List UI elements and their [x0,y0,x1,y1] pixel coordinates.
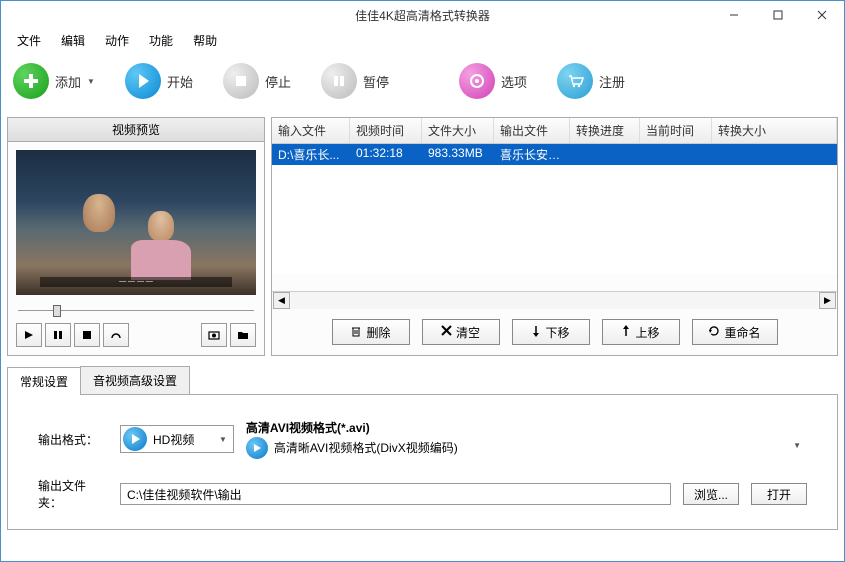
register-button[interactable]: 注册 [557,63,625,99]
col-progress[interactable]: 转换进度 [570,118,640,143]
tab-general[interactable]: 常规设置 [7,367,81,395]
minimize-button[interactable] [712,1,756,29]
move-down-button[interactable]: 下移 [512,319,590,345]
menu-edit[interactable]: 编辑 [53,30,93,51]
arrow-down-icon [531,325,541,340]
scroll-right-icon[interactable]: ▶ [819,292,836,309]
file-list-panel: 输入文件 视频时间 文件大小 输出文件 转换进度 当前时间 转换大小 D:\喜乐… [271,117,838,356]
pause-control-button[interactable] [45,323,71,347]
settings-tabs: 常规设置 音视频高级设置 [7,366,838,394]
arrow-up-icon [621,325,631,340]
pause-icon [321,63,357,99]
table-row[interactable]: D:\喜乐长... 01:32:18 983.33MB 喜乐长安H... [272,144,837,165]
horizontal-scrollbar[interactable]: ◀ ▶ [272,291,837,309]
tab-advanced[interactable]: 音视频高级设置 [80,366,190,394]
rename-button[interactable]: 重命名 [692,319,778,345]
col-convsize[interactable]: 转换大小 [712,118,837,143]
col-size[interactable]: 文件大小 [422,118,494,143]
snapshot-button[interactable] [201,323,227,347]
open-button[interactable]: 打开 [751,483,807,505]
stop-icon [223,63,259,99]
options-button[interactable]: 选项 [459,63,527,99]
maximize-button[interactable] [756,1,800,29]
chevron-down-icon: ▼ [219,435,227,444]
cart-icon [557,63,593,99]
stop-button[interactable]: 停止 [223,63,291,99]
tab-panel-general: 输出格式： HD视频 ▼ 高清AVI视频格式(*.avi) 高清晰AVI视频格式… [7,394,838,530]
start-button[interactable]: 开始 [125,63,193,99]
preview-header: 视频预览 [8,118,264,142]
delete-button[interactable]: 删除 [332,319,410,345]
move-up-button[interactable]: 上移 [602,319,680,345]
play-icon [125,63,161,99]
titlebar: 佳佳4K超高清格式转换器 [1,1,844,29]
clear-button[interactable]: 清空 [422,319,500,345]
toolbar: 添加 ▼ 开始 停止 暂停 选项 注册 [1,51,844,111]
play-circle-icon [123,427,147,451]
col-output[interactable]: 输出文件 [494,118,570,143]
add-button[interactable]: 添加 ▼ [13,63,95,99]
folder-button[interactable] [230,323,256,347]
loop-button[interactable] [103,323,129,347]
chevron-down-icon: ▼ [87,77,95,86]
menu-function[interactable]: 功能 [141,30,181,51]
video-preview[interactable]: — — — — [16,150,256,295]
close-button[interactable] [800,1,844,29]
format-category-dropdown[interactable]: HD视频 ▼ [120,425,234,453]
format-detail-dropdown[interactable]: ▼ [791,425,807,465]
x-icon [441,325,452,339]
window-controls [712,1,844,29]
menu-action[interactable]: 动作 [97,30,137,51]
preview-panel: 视频预览 — — — — [7,117,265,356]
output-folder-label: 输出文件夹： [38,477,108,511]
output-format-label: 输出格式： [38,431,108,448]
col-current[interactable]: 当前时间 [640,118,712,143]
col-duration[interactable]: 视频时间 [350,118,422,143]
col-input[interactable]: 输入文件 [272,118,350,143]
browse-button[interactable]: 浏览... [683,483,739,505]
output-folder-input[interactable] [120,483,671,505]
format-description: 高清AVI视频格式(*.avi) 高清晰AVI视频格式(DivX视频编码) [246,419,458,459]
refresh-icon [708,325,720,340]
trash-icon [350,325,362,340]
menubar: 文件 编辑 动作 功能 帮助 [1,29,844,51]
pause-button[interactable]: 暂停 [321,63,389,99]
play-button[interactable] [16,323,42,347]
chevron-down-icon: ▼ [793,441,801,450]
plus-icon [13,63,49,99]
file-table: 输入文件 视频时间 文件大小 输出文件 转换进度 当前时间 转换大小 D:\喜乐… [272,118,837,291]
scroll-left-icon[interactable]: ◀ [273,292,290,309]
stop-control-button[interactable] [74,323,100,347]
window-title: 佳佳4K超高清格式转换器 [355,7,490,24]
seek-slider[interactable] [18,303,254,317]
play-circle-icon [246,437,268,459]
gear-icon [459,63,495,99]
menu-file[interactable]: 文件 [9,30,49,51]
menu-help[interactable]: 帮助 [185,30,225,51]
